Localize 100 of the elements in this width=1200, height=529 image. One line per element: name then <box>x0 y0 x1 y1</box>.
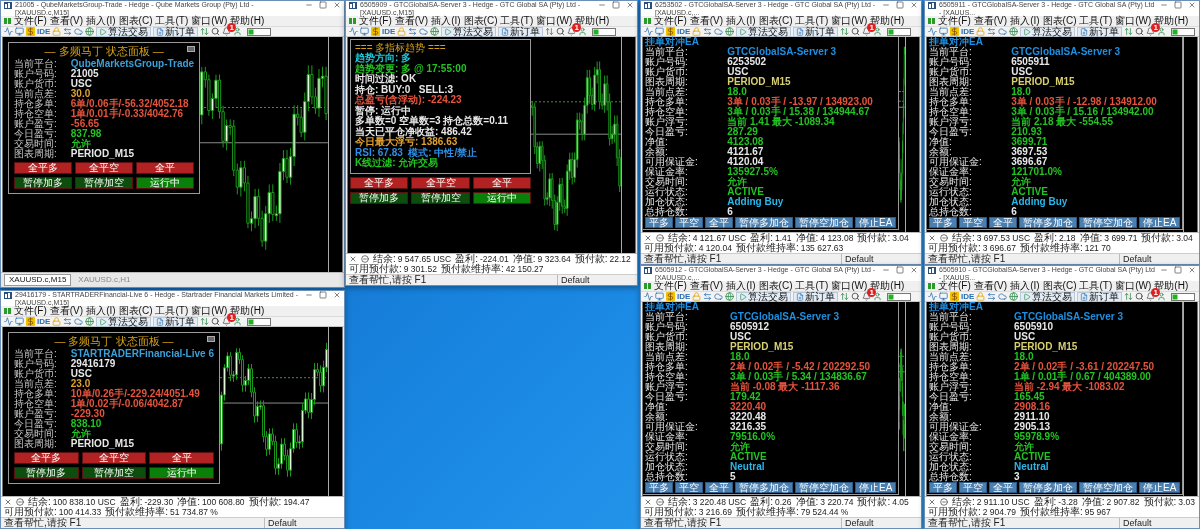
menu-item[interactable]: 工具(T) <box>155 306 189 316</box>
menu-item[interactable]: 窗口(W) <box>831 281 868 291</box>
ide-button[interactable]: IDE <box>37 317 51 326</box>
action-button[interactable]: 全平空 <box>411 176 470 189</box>
action-button[interactable]: 全平 <box>705 482 733 493</box>
bell-icon[interactable] <box>222 317 232 326</box>
menu-item[interactable]: 帮助(H) <box>870 281 905 291</box>
lock-icon[interactable] <box>976 27 986 36</box>
new-order-button[interactable]: 新订单 <box>1077 291 1123 302</box>
action-button[interactable]: 全平 <box>149 452 214 464</box>
action-button[interactable]: 暂停加空 <box>75 177 134 189</box>
close-icon[interactable] <box>4 498 12 506</box>
algo-trading-button[interactable]: 算法交易 <box>1020 291 1076 302</box>
action-button[interactable]: 全平空 <box>75 162 134 174</box>
maximize-icon[interactable] <box>1174 1 1182 9</box>
lock-icon[interactable] <box>692 27 702 36</box>
close-icon[interactable] <box>928 234 936 242</box>
minus-circle-icon[interactable] <box>656 498 664 506</box>
search-icon[interactable] <box>1135 27 1145 36</box>
dollar-icon[interactable] <box>371 27 380 36</box>
cloud-icon[interactable] <box>998 292 1008 301</box>
menu-item[interactable]: 查看(V) <box>689 16 724 26</box>
menu-item[interactable]: 图表(C) <box>1042 16 1077 26</box>
minimize-icon[interactable] <box>1160 1 1168 9</box>
maximize-icon[interactable] <box>896 1 904 9</box>
close-icon[interactable] <box>1188 266 1196 274</box>
up-down-arrows-icon[interactable] <box>1124 292 1134 301</box>
bell-icon[interactable] <box>862 27 872 36</box>
action-button[interactable]: 平空 <box>959 482 987 493</box>
ide-button[interactable]: IDE <box>677 292 691 301</box>
action-button[interactable]: 运行中 <box>136 177 195 189</box>
close-icon[interactable] <box>928 498 936 506</box>
menu-item[interactable]: 图表(C) <box>758 281 793 291</box>
pulse-icon[interactable] <box>4 317 13 326</box>
menu-item[interactable]: 工具(T) <box>1079 16 1113 26</box>
menu-item[interactable]: 图表(C) <box>118 306 153 316</box>
menu-item[interactable]: 插入(I) <box>726 16 756 26</box>
action-button[interactable]: 平空 <box>675 482 703 493</box>
menu-item[interactable]: 查看(V) <box>973 16 1008 26</box>
search-icon[interactable] <box>1135 292 1145 301</box>
up-down-arrows-icon[interactable] <box>1124 27 1134 36</box>
menu-item[interactable]: 图表(C) <box>1042 281 1077 291</box>
up-down-arrows-icon[interactable] <box>200 317 210 326</box>
monitor-icon[interactable] <box>939 292 948 301</box>
globe-icon[interactable] <box>85 317 95 326</box>
action-button[interactable]: 停止EA <box>855 482 897 493</box>
algo-trading-button[interactable]: 算法交易 <box>441 26 497 37</box>
menu-item[interactable]: 帮助(H) <box>1154 16 1189 26</box>
ide-button[interactable]: IDE <box>677 27 691 36</box>
menu-item[interactable]: 帮助(H) <box>230 16 265 26</box>
menu-item[interactable]: 查看(V) <box>49 16 84 26</box>
menu-item[interactable]: 工具(T) <box>795 16 829 26</box>
maximize-icon[interactable] <box>612 1 620 9</box>
minimize-icon[interactable] <box>598 1 606 9</box>
arrows-icon[interactable] <box>987 292 997 301</box>
pulse-icon[interactable] <box>644 292 653 301</box>
person-icon[interactable] <box>873 292 883 301</box>
action-button[interactable]: 暂停空加仓 <box>1079 217 1137 228</box>
new-order-button[interactable]: 新订单 <box>153 316 199 327</box>
action-button[interactable]: 暂停空加仓 <box>795 217 853 228</box>
action-button[interactable]: 全平 <box>989 482 1017 493</box>
menu-item[interactable]: 插入(I) <box>1010 281 1040 291</box>
pulse-icon[interactable] <box>644 27 653 36</box>
up-down-arrows-icon[interactable] <box>545 27 555 36</box>
app-menu-icon[interactable] <box>644 17 651 25</box>
action-button[interactable]: 全平 <box>472 176 532 189</box>
action-button[interactable]: 平多 <box>929 482 957 493</box>
action-button[interactable]: 平多 <box>929 217 957 228</box>
action-button[interactable]: 暂停加多 <box>14 177 73 189</box>
search-icon[interactable] <box>211 27 221 36</box>
action-button[interactable]: 暂停加多 <box>350 191 409 204</box>
menu-item[interactable]: 文件(F) <box>359 16 392 26</box>
algo-trading-button[interactable]: 算法交易 <box>736 26 792 37</box>
person-icon[interactable] <box>1157 292 1167 301</box>
minimize-icon[interactable] <box>305 1 313 9</box>
monitor-icon[interactable] <box>939 27 948 36</box>
action-button[interactable]: 平多 <box>645 482 673 493</box>
arrows-icon[interactable] <box>63 317 73 326</box>
monitor-icon[interactable] <box>15 317 24 326</box>
action-button[interactable]: 暂停多加仓 <box>1019 482 1077 493</box>
action-button[interactable]: 暂停加多 <box>14 467 79 479</box>
menu-item[interactable]: 插入(I) <box>726 281 756 291</box>
pulse-icon[interactable] <box>349 27 358 36</box>
cloud-icon[interactable] <box>74 27 84 36</box>
action-button[interactable]: 暂停空加仓 <box>1079 482 1137 493</box>
bell-icon[interactable] <box>567 27 577 36</box>
menu-item[interactable]: 窗口(W) <box>536 16 573 26</box>
chart-tab[interactable]: XAUUSD.c,M15 <box>4 274 72 286</box>
close-icon[interactable] <box>644 498 652 506</box>
monitor-icon[interactable] <box>655 292 664 301</box>
minus-circle-icon[interactable] <box>940 234 948 242</box>
menu-item[interactable]: 查看(V) <box>49 306 84 316</box>
lock-icon[interactable] <box>976 292 986 301</box>
minus-circle-icon[interactable] <box>361 255 369 263</box>
dollar-icon[interactable] <box>26 27 35 36</box>
cloud-icon[interactable] <box>74 317 84 326</box>
arrows-icon[interactable] <box>408 27 418 36</box>
menu-item[interactable]: 查看(V) <box>394 16 429 26</box>
new-order-button[interactable]: 新订单 <box>153 26 199 37</box>
cloud-icon[interactable] <box>714 292 724 301</box>
